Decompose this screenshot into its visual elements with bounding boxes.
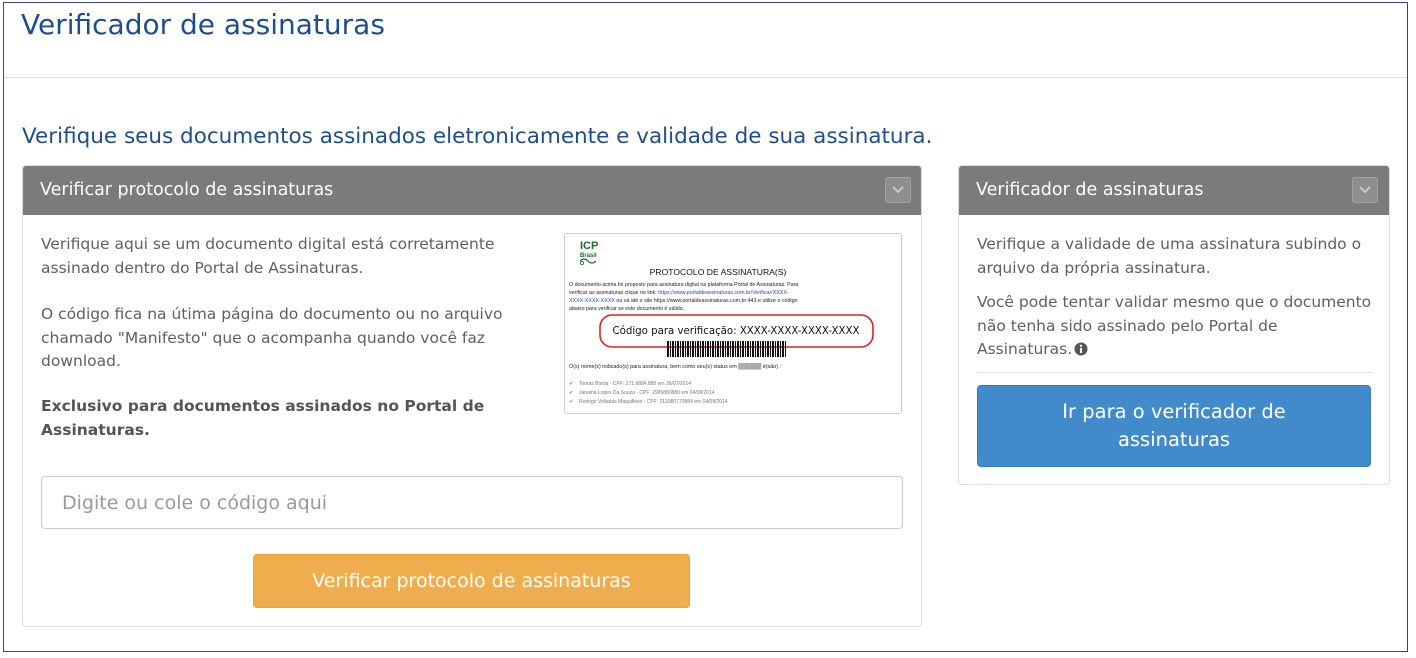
protocol-body-line: XXXX-XXXX-XXXX ou vá até o site https://… xyxy=(569,298,798,304)
svg-text:Brasil: Brasil xyxy=(580,253,597,259)
protocol-body-line: verificar as assinaturas clique no link:… xyxy=(569,290,789,296)
example-protocol-image: ICP Brasil PROTOCOLO DE ASSINATURA(S) O … xyxy=(564,233,902,414)
panel-title: Verificador de assinaturas xyxy=(976,180,1204,200)
verification-code-example: Código para verificação: XXXX-XXXX-XXXX-… xyxy=(613,325,860,337)
signers-intro: O(s) nome(s) indicado(s) para assinatura… xyxy=(569,363,781,370)
page-title: Verificador de assinaturas xyxy=(21,8,385,41)
description-text-unsigned: Você pode tentar validar mesmo que o doc… xyxy=(977,293,1372,358)
protocol-body-line: abaixo para verificar se este documento … xyxy=(569,306,684,312)
protocol-body-line: O documento acima foi proposto para assi… xyxy=(569,282,798,288)
collapse-button[interactable] xyxy=(885,177,911,203)
collapse-button[interactable] xyxy=(1352,177,1378,203)
panel-header: Verificar protocolo de assinaturas xyxy=(23,166,921,215)
protocol-verifier-panel: Verificar protocolo de assinaturas Verif… xyxy=(22,165,922,627)
description-text: Verifique aqui se um documento digital e… xyxy=(41,235,495,277)
signer-entry: Janaina Lopes Da Souza - CPF: 2995880880… xyxy=(579,390,715,396)
chevron-down-icon xyxy=(892,186,904,194)
verify-protocol-button[interactable]: Verificar protocolo de assinaturas xyxy=(253,554,690,608)
signer-entry: Tomas Borda - CPF: 271.9884.880 em 28/07… xyxy=(579,381,691,387)
svg-text:✔: ✔ xyxy=(569,390,573,396)
info-circle-icon[interactable] xyxy=(1074,342,1088,356)
protocol-code-input[interactable] xyxy=(41,476,903,529)
signer-entry: Rodrigo Valladas Maquiflexo - CPF: 21208… xyxy=(579,399,728,405)
header-divider xyxy=(4,77,1407,78)
go-to-signature-verifier-button[interactable]: Ir para o verificador de assinaturas xyxy=(977,385,1371,467)
description-text: Verifique a validade de uma assinatura s… xyxy=(977,235,1362,277)
intro-heading: Verifique seus documentos assinados elet… xyxy=(22,124,933,149)
signature-verifier-panel: Verificador de assinaturas Verifique a v… xyxy=(958,165,1390,485)
description-text-code-location: O código fica na útima página do documen… xyxy=(41,305,503,370)
svg-text:✔: ✔ xyxy=(569,381,573,387)
exclusive-notice: Exclusivo para documentos assinados no P… xyxy=(41,397,485,439)
protocol-heading: PROTOCOLO DE ASSINATURA(S) xyxy=(650,267,787,277)
panel-header: Verificador de assinaturas xyxy=(959,166,1389,215)
svg-text:ICP: ICP xyxy=(580,240,598,252)
section-divider xyxy=(977,372,1371,373)
icp-brasil-logo: ICP Brasil xyxy=(579,240,598,265)
protocol-document-preview: ICP Brasil PROTOCOLO DE ASSINATURA(S) O … xyxy=(569,240,874,405)
panel-title: Verificar protocolo de assinaturas xyxy=(40,180,334,200)
svg-text:✔: ✔ xyxy=(569,399,573,405)
barcode xyxy=(667,341,787,357)
chevron-down-icon xyxy=(1359,186,1371,194)
signers-list: ✔ Tomas Borda - CPF: 271.9884.880 em 28/… xyxy=(569,381,728,405)
